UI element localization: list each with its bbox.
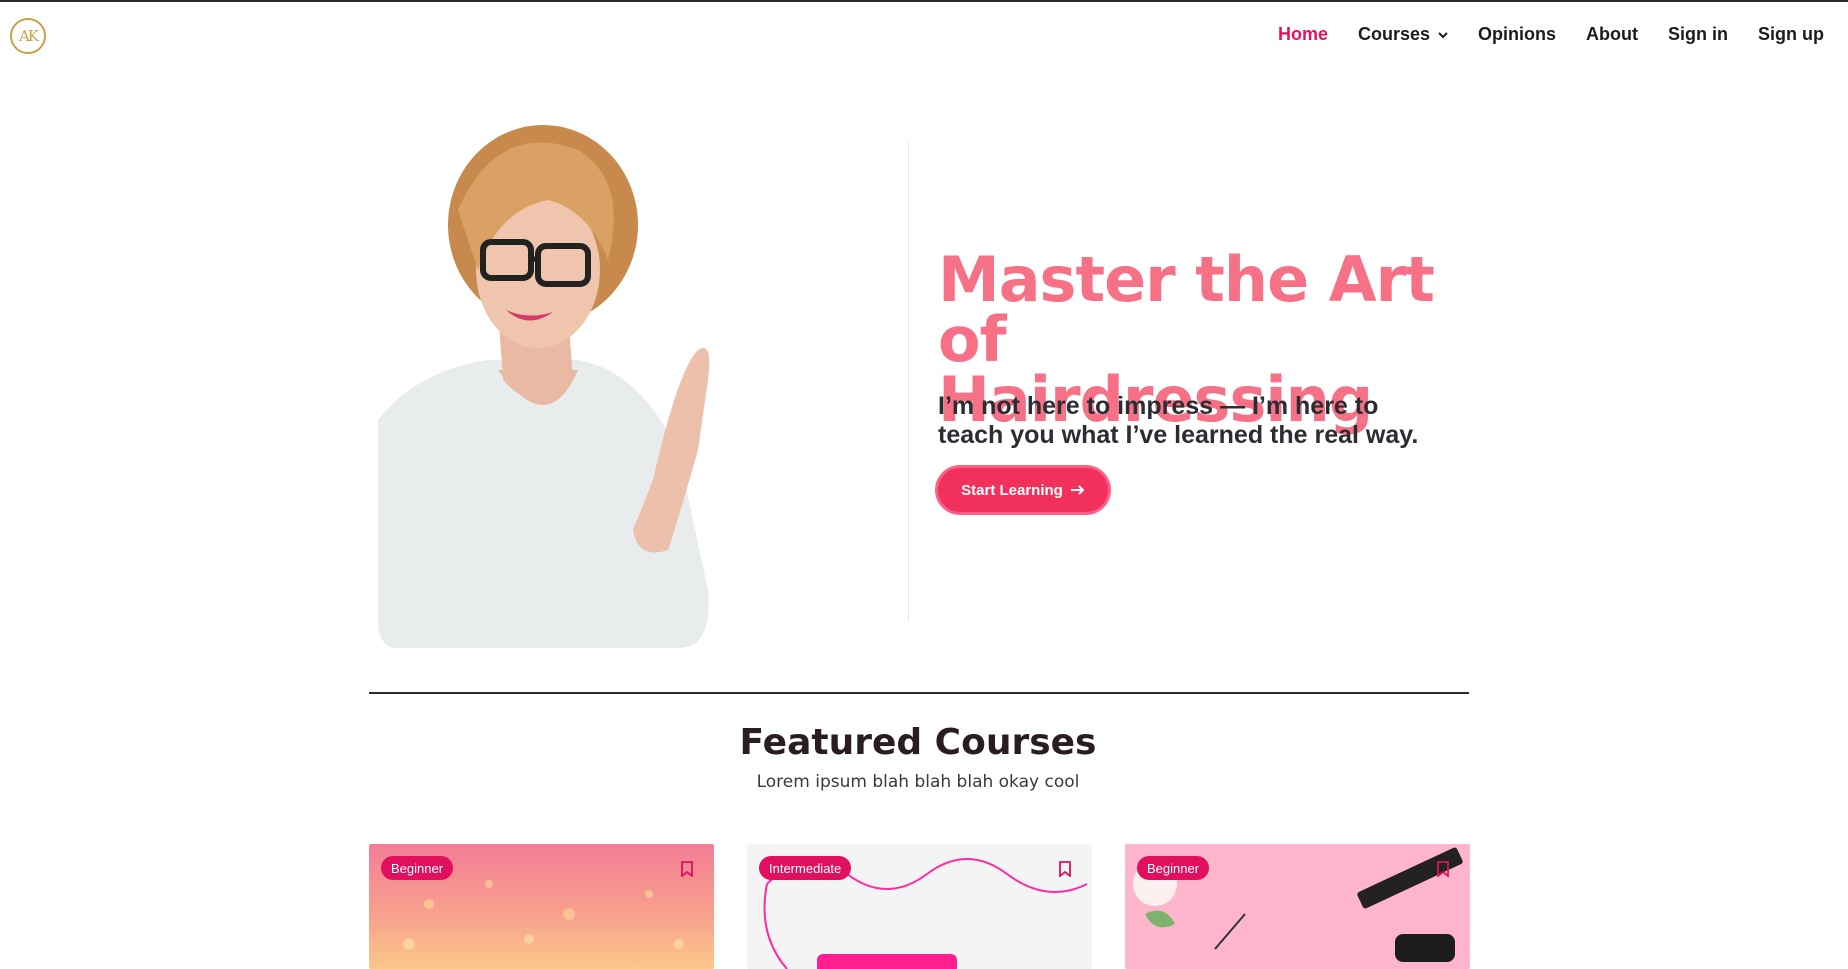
- hero-divider: [908, 142, 909, 622]
- start-learning-button[interactable]: Start Learning: [938, 468, 1108, 512]
- nav-sign-in-label: Sign in: [1668, 24, 1728, 44]
- arrow-right-icon: [1070, 485, 1085, 495]
- hero-portrait-image: [378, 125, 710, 648]
- nav-about[interactable]: About: [1586, 24, 1638, 45]
- chevron-down-icon: [1438, 31, 1448, 38]
- hero-subtitle-line1: I’m not here to impress — I’m here to: [938, 392, 1379, 420]
- level-badge: Beginner: [381, 856, 454, 880]
- nav-sign-up[interactable]: Sign up: [1758, 24, 1824, 45]
- bookmark-button[interactable]: [1430, 856, 1456, 882]
- level-badge-label: Intermediate: [769, 860, 842, 876]
- bookmark-icon: [1437, 861, 1449, 877]
- featured-courses-subtitle: Lorem ipsum blah blah blah okay cool: [756, 772, 1080, 792]
- bookmark-icon: [681, 861, 693, 877]
- nav-sign-up-label: Sign up: [1758, 24, 1824, 44]
- level-badge: Intermediate: [759, 856, 852, 880]
- nav-home-label: Home: [1277, 24, 1328, 44]
- featured-courses-title: Featured Courses: [739, 722, 1097, 763]
- level-badge-label: Beginner: [1147, 860, 1200, 876]
- hero-subtitle: I’m not here to impress — I’m here to te…: [938, 392, 1458, 450]
- navbar: AK Home Courses Opinions About Sign in S…: [0, 2, 1848, 68]
- nav-opinions[interactable]: Opinions: [1478, 24, 1556, 45]
- bookmark-icon: [1059, 861, 1071, 877]
- course-card[interactable]: Beginner: [1125, 844, 1470, 969]
- course-card[interactable]: Intermediate: [747, 844, 1092, 969]
- section-divider: [369, 692, 1469, 694]
- bookmark-button[interactable]: [1052, 856, 1078, 882]
- course-card[interactable]: Beginner: [369, 844, 714, 969]
- hero-title-line1: Master the Art: [938, 243, 1435, 316]
- main-menu: Home Courses Opinions About Sign in Sign…: [1248, 24, 1824, 45]
- start-learning-label: Start Learning: [961, 481, 1063, 499]
- nav-about-label: About: [1586, 24, 1638, 44]
- brand-logo[interactable]: AK: [10, 18, 46, 54]
- logo-monogram: AK: [18, 27, 39, 45]
- nav-sign-in[interactable]: Sign in: [1668, 24, 1728, 45]
- level-badge: Beginner: [1137, 856, 1210, 880]
- bookmark-button[interactable]: [674, 856, 700, 882]
- hero-subtitle-line2: teach you what I’ve learned the real way…: [938, 421, 1419, 449]
- level-badge-label: Beginner: [391, 860, 444, 876]
- nav-home[interactable]: Home: [1278, 24, 1328, 45]
- nav-courses-label: Courses: [1357, 24, 1431, 44]
- nav-opinions-label: Opinions: [1478, 24, 1557, 44]
- nav-courses[interactable]: Courses: [1358, 24, 1448, 45]
